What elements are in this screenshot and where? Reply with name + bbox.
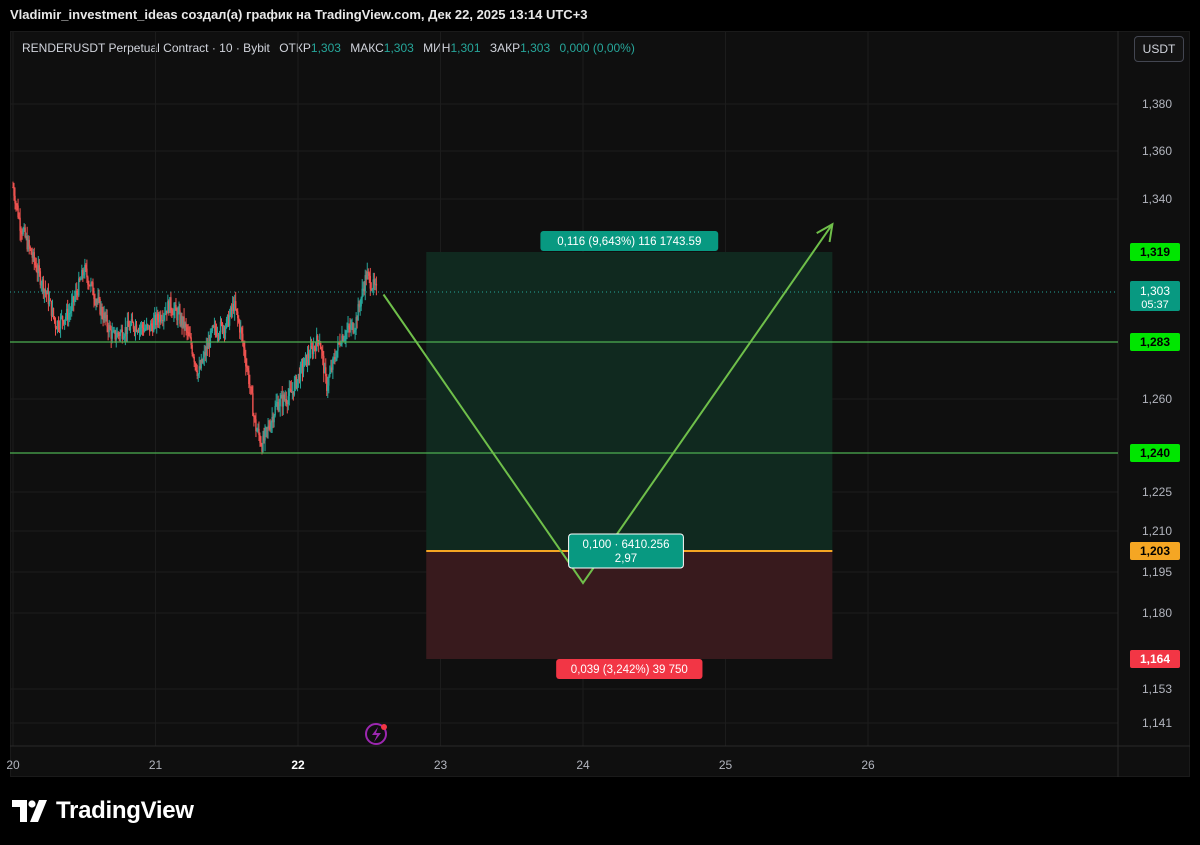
close-label: ЗАКР [489, 41, 521, 55]
change-value: 0,000 (0,00%) [559, 41, 635, 55]
low-label: МИН [423, 41, 451, 55]
symbol-title: RENDERUSDT Perpetual Contract · 10 · Byb… [22, 41, 270, 55]
currency-button[interactable]: USDT [1134, 36, 1184, 62]
high-value: 1,303 [383, 41, 414, 55]
close-value: 1,303 [520, 41, 551, 55]
tradingview-logo[interactable]: TradingView [12, 797, 194, 825]
low-value: 1,301 [450, 41, 481, 55]
open-value: 1,303 [310, 41, 341, 55]
chart-caption: Vladimir_investment_ideas создал(а) граф… [10, 7, 588, 22]
open-label: ОТКР [279, 41, 311, 55]
high-label: МАКС [350, 41, 384, 55]
symbol-legend[interactable]: RENDERUSDT Perpetual Contract · 10 · Byb… [22, 41, 635, 55]
tradingview-logo-icon [12, 800, 47, 822]
brand-name: TradingView [56, 797, 194, 824]
chart-frame[interactable] [10, 31, 1190, 777]
